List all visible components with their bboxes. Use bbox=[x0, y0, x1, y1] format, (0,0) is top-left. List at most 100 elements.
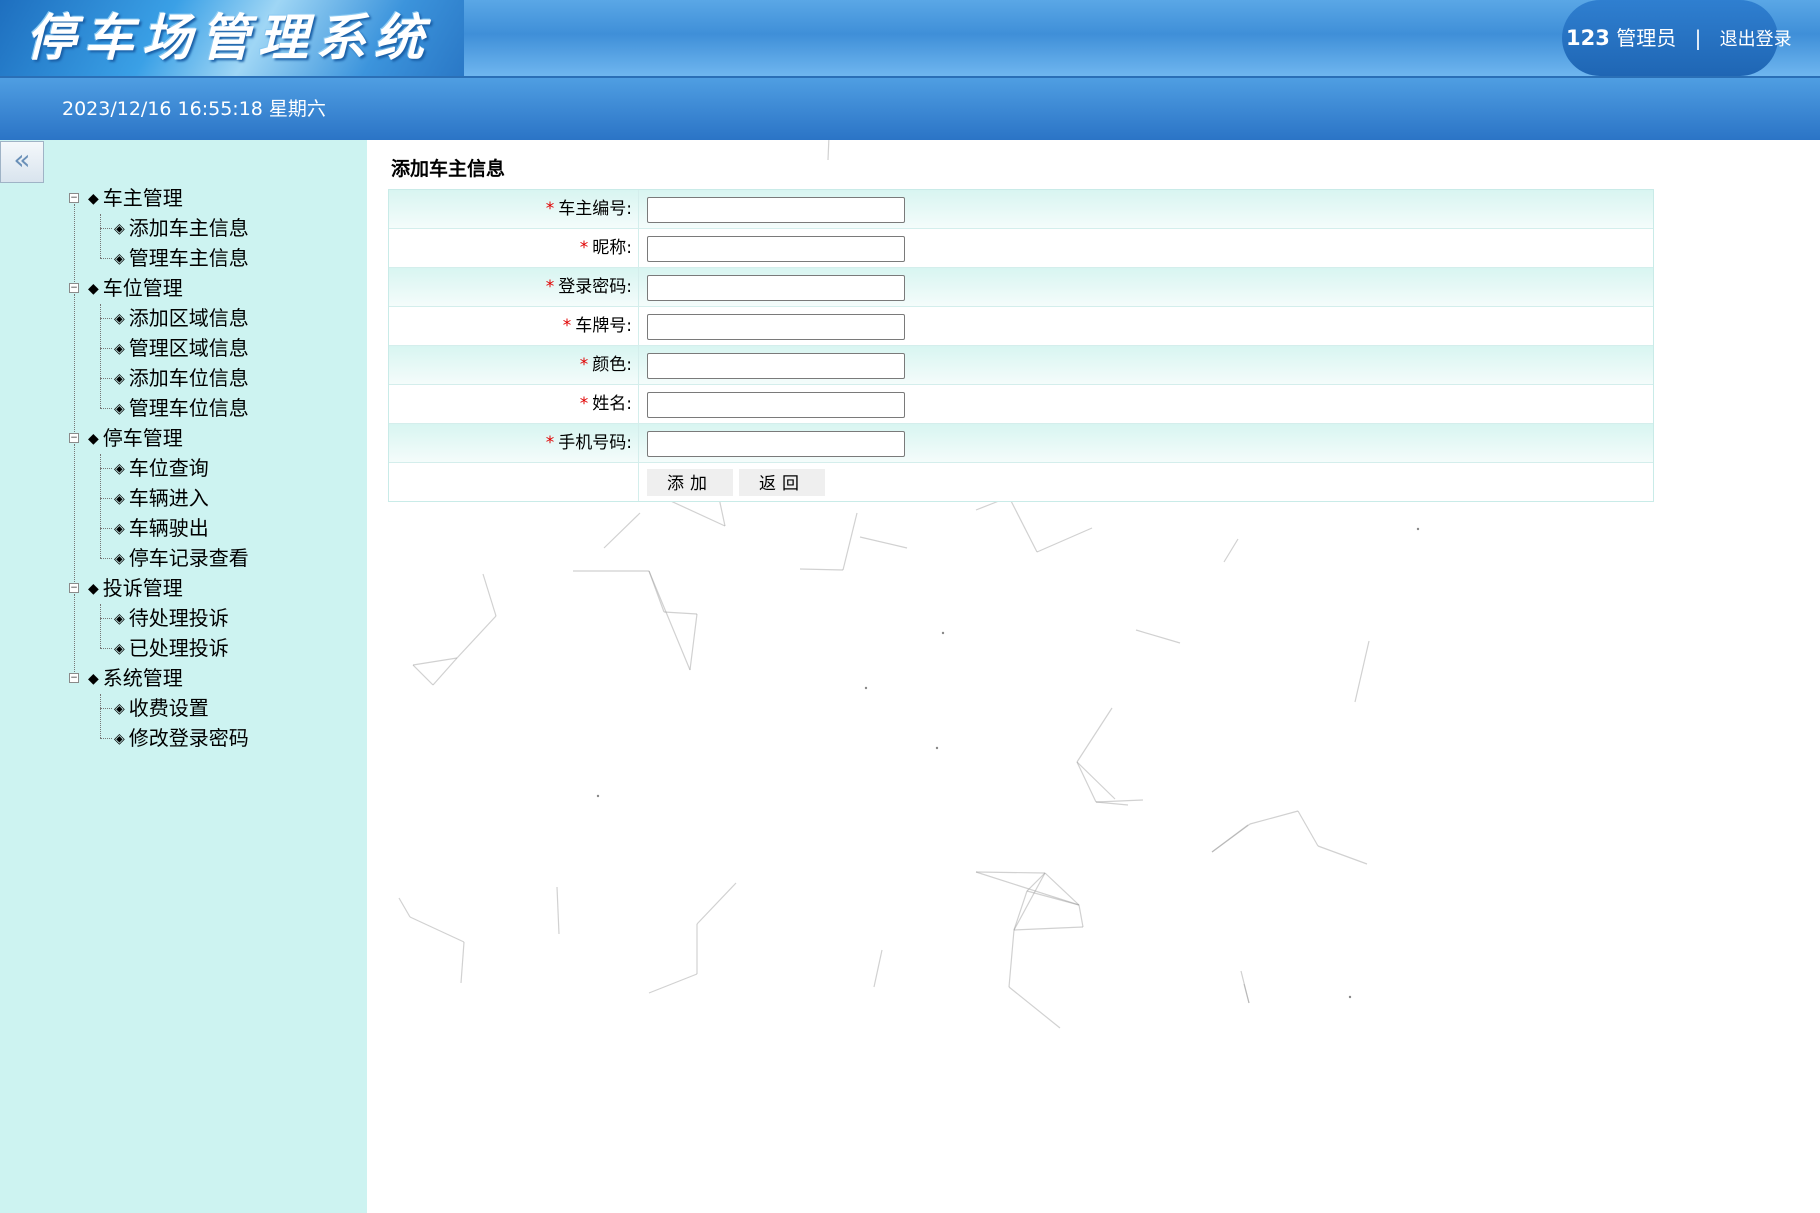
particle-link bbox=[1354, 640, 1370, 703]
main-content: 添加车主信息 * 车主编号: * 昵称: * 登录密码: * 车牌号: * 颜色: * 姓名: * 手机号… bbox=[367, 140, 1820, 1213]
required-mark: * bbox=[562, 316, 572, 336]
button-row-label-cell bbox=[389, 463, 639, 501]
tree-expander-icon[interactable]: − bbox=[69, 193, 79, 203]
nav-item-label: 管理车主信息 bbox=[128, 246, 249, 270]
nav-item-0-1[interactable]: ◈ 管理车主信息 bbox=[114, 244, 249, 272]
diamond-bullet-icon: ◈ bbox=[114, 311, 125, 327]
particle-link bbox=[460, 941, 465, 984]
form-input-0[interactable] bbox=[647, 197, 905, 223]
nav-item-4-0[interactable]: ◈ 收费设置 bbox=[114, 694, 209, 722]
nav-group-3[interactable]: ◆ 投诉管理 bbox=[88, 574, 183, 602]
nav-item-label: 待处理投诉 bbox=[128, 606, 229, 630]
nav-group-0[interactable]: ◆ 车主管理 bbox=[88, 184, 183, 212]
nav-item-label: 收费设置 bbox=[128, 696, 209, 720]
field-label: 车主编号: bbox=[558, 199, 632, 219]
particle-link bbox=[696, 882, 737, 925]
particle-link bbox=[1076, 761, 1116, 800]
tree-connector bbox=[74, 294, 75, 432]
separator: | bbox=[1694, 26, 1702, 50]
user-role: 管理员 bbox=[1616, 26, 1677, 50]
form-input-2[interactable] bbox=[647, 275, 905, 301]
nav-item-2-3[interactable]: ◈ 停车记录查看 bbox=[114, 544, 249, 572]
required-mark: * bbox=[545, 277, 555, 297]
diamond-bullet-icon: ◈ bbox=[114, 251, 125, 267]
nav-group-2[interactable]: ◆ 停车管理 bbox=[88, 424, 183, 452]
tree-connector bbox=[100, 214, 101, 258]
tree-expander-icon[interactable]: − bbox=[69, 673, 79, 683]
particle-dot bbox=[935, 746, 939, 750]
field-label: 手机号码: bbox=[558, 433, 632, 453]
particle-dot bbox=[1416, 527, 1420, 531]
particle-link bbox=[1008, 929, 1015, 988]
field-label: 姓名: bbox=[592, 394, 632, 414]
particle-dot bbox=[941, 631, 945, 635]
tree-connector bbox=[100, 498, 112, 499]
form-row: * 车主编号: bbox=[389, 190, 1653, 229]
tree-connector bbox=[100, 378, 112, 379]
particle-link bbox=[412, 664, 434, 686]
sidebar: « − ◆ 车主管理 ◈ 添加车主信息 ◈ 管理车主信息 − ◆ 车位管理 ◈ 添加区域信息 ◈ 管理区域… bbox=[0, 140, 367, 1213]
particle-link bbox=[1297, 810, 1319, 847]
nav-item-0-0[interactable]: ◈ 添加车主信息 bbox=[114, 214, 249, 242]
tree-connector bbox=[100, 604, 101, 648]
nav-item-label: 添加区域信息 bbox=[128, 306, 249, 330]
nav-item-label: 管理车位信息 bbox=[128, 396, 249, 420]
particle-link bbox=[1211, 824, 1249, 853]
tree-expander-icon[interactable]: − bbox=[69, 433, 79, 443]
particle-link bbox=[689, 613, 698, 671]
nav-item-4-1[interactable]: ◈ 修改登录密码 bbox=[114, 724, 249, 752]
tree-expander-icon[interactable]: − bbox=[69, 283, 79, 293]
form-input-1[interactable] bbox=[647, 236, 905, 262]
nav-item-2-2[interactable]: ◈ 车辆驶出 bbox=[114, 514, 209, 542]
field-label-cell: * 姓名: bbox=[389, 385, 639, 423]
form-input-6[interactable] bbox=[647, 431, 905, 457]
tree-expander-icon[interactable]: − bbox=[69, 583, 79, 593]
diamond-bullet-icon: ◆ bbox=[88, 431, 99, 447]
logout-link[interactable]: 退出登录 bbox=[1720, 29, 1792, 50]
form-input-4[interactable] bbox=[647, 353, 905, 379]
nav-item-label: 车位查询 bbox=[128, 456, 209, 480]
form-input-3[interactable] bbox=[647, 314, 905, 340]
collapse-sidebar-button[interactable]: « bbox=[0, 141, 44, 183]
diamond-bullet-icon: ◈ bbox=[114, 371, 125, 387]
sub-header-bar: 2023/12/16 16:55:18 星期六 bbox=[0, 78, 1820, 140]
diamond-bullet-icon: ◈ bbox=[114, 611, 125, 627]
form-row: * 姓名: bbox=[389, 385, 1653, 424]
back-button[interactable]: 返回 bbox=[739, 469, 825, 496]
particle-link bbox=[1013, 926, 1084, 931]
nav-group-label: 车位管理 bbox=[102, 276, 183, 300]
diamond-bullet-icon: ◈ bbox=[114, 641, 125, 657]
diamond-bullet-icon: ◈ bbox=[114, 401, 125, 417]
nav-item-2-1[interactable]: ◈ 车辆进入 bbox=[114, 484, 209, 512]
particle-link bbox=[799, 568, 844, 571]
particle-dot bbox=[1348, 995, 1352, 999]
nav-group-1[interactable]: ◆ 车位管理 bbox=[88, 274, 183, 302]
particle-link bbox=[1008, 986, 1061, 1029]
nav-item-1-3[interactable]: ◈ 管理车位信息 bbox=[114, 394, 249, 422]
field-label-cell: * 昵称: bbox=[389, 229, 639, 267]
nav-item-1-0[interactable]: ◈ 添加区域信息 bbox=[114, 304, 249, 332]
field-label-cell: * 颜色: bbox=[389, 346, 639, 384]
nav-item-2-0[interactable]: ◈ 车位查询 bbox=[114, 454, 209, 482]
nav-item-3-0[interactable]: ◈ 待处理投诉 bbox=[114, 604, 229, 632]
particle-link bbox=[1076, 761, 1097, 803]
field-label: 昵称: bbox=[592, 238, 632, 258]
add-button[interactable]: 添加 bbox=[647, 469, 733, 496]
tree-connector bbox=[100, 454, 101, 558]
particle-link bbox=[1135, 629, 1181, 644]
nav-item-3-1[interactable]: ◈ 已处理投诉 bbox=[114, 634, 229, 662]
nav-group-4[interactable]: ◆ 系统管理 bbox=[88, 664, 183, 692]
particle-link bbox=[482, 573, 497, 617]
form-input-5[interactable] bbox=[647, 392, 905, 418]
form-row: * 登录密码: bbox=[389, 268, 1653, 307]
diamond-bullet-icon: ◈ bbox=[114, 491, 125, 507]
nav-item-1-1[interactable]: ◈ 管理区域信息 bbox=[114, 334, 249, 362]
nav-item-label: 管理区域信息 bbox=[128, 336, 249, 360]
nav-item-label: 修改登录密码 bbox=[128, 726, 249, 750]
tree-connector bbox=[100, 528, 112, 529]
form-row: * 昵称: bbox=[389, 229, 1653, 268]
diamond-bullet-icon: ◈ bbox=[114, 701, 125, 717]
tree-connector bbox=[74, 204, 75, 282]
logo-panel: 停车场管理系统 bbox=[0, 0, 464, 76]
nav-item-1-2[interactable]: ◈ 添加车位信息 bbox=[114, 364, 249, 392]
